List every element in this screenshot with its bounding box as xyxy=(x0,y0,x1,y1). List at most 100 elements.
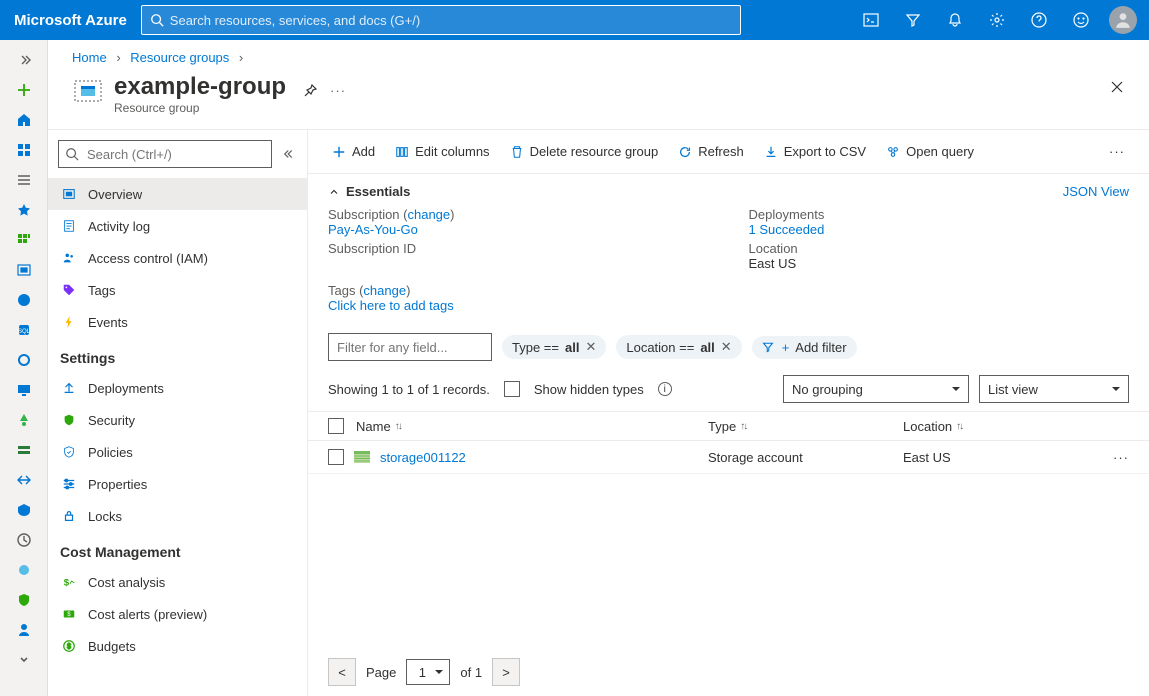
sidebar-item-policies[interactable]: Policies xyxy=(48,436,307,468)
close-paren: ) xyxy=(406,283,410,298)
nav-expand-icon[interactable] xyxy=(4,46,44,74)
sidebar-item-label: Locks xyxy=(88,509,122,524)
sidebar-item-budgets[interactable]: $Budgets xyxy=(48,630,307,662)
nav-service-1-icon[interactable] xyxy=(4,346,44,374)
pager-prev-button[interactable]: < xyxy=(328,658,356,686)
sidebar-search-input[interactable] xyxy=(58,140,272,168)
global-search-input[interactable] xyxy=(170,13,732,28)
sidebar-item-properties[interactable]: Properties xyxy=(48,468,307,500)
breadcrumb-resource-groups[interactable]: Resource groups xyxy=(130,50,229,65)
column-location-label: Location xyxy=(903,419,952,434)
column-type[interactable]: Type↑↓ xyxy=(708,419,903,434)
column-location[interactable]: Location↑↓ xyxy=(903,419,1129,434)
command-bar: Add Edit columns Delete resource group R… xyxy=(308,130,1149,174)
deployments-value[interactable]: 1 Succeeded xyxy=(749,222,1130,237)
nav-vm-icon[interactable] xyxy=(4,376,44,404)
close-icon[interactable]: ✕ xyxy=(585,339,596,355)
edit-columns-label: Edit columns xyxy=(415,144,489,159)
pin-icon[interactable] xyxy=(302,83,318,99)
sidebar-item-security[interactable]: Security xyxy=(48,404,307,436)
json-view-link[interactable]: JSON View xyxy=(1063,184,1129,199)
nav-more-icon[interactable] xyxy=(4,646,44,674)
nav-resource-groups-icon[interactable] xyxy=(4,256,44,284)
nav-cost-icon[interactable] xyxy=(4,616,44,644)
sidebar-item-iam[interactable]: Access control (IAM) xyxy=(48,242,307,274)
add-filter-button[interactable]: +Add filter xyxy=(752,336,857,359)
export-csv-button[interactable]: Export to CSV xyxy=(756,140,874,163)
sidebar-item-label: Cost analysis xyxy=(88,575,165,590)
sidebar-item-activity-log[interactable]: Activity log xyxy=(48,210,307,242)
add-button[interactable]: Add xyxy=(324,140,383,163)
nav-sql-icon[interactable]: SQL xyxy=(4,316,44,344)
grouping-select[interactable]: No grouping xyxy=(783,375,969,403)
sidebar-item-label: Security xyxy=(88,413,135,428)
pager-page-select[interactable]: 1 xyxy=(406,659,450,685)
nav-app-services-icon[interactable] xyxy=(4,286,44,314)
cost-analysis-icon: $ xyxy=(62,575,76,589)
table-row[interactable]: storage001122 Storage account East US ··… xyxy=(308,441,1149,474)
filter-pill-type[interactable]: Type == all✕ xyxy=(502,335,606,359)
refresh-icon xyxy=(678,145,692,159)
nav-dashboard-icon[interactable] xyxy=(4,136,44,164)
nav-network-icon[interactable] xyxy=(4,466,44,494)
global-search[interactable] xyxy=(141,5,741,35)
nav-create-icon[interactable] xyxy=(4,76,44,104)
nav-advisor-icon[interactable] xyxy=(4,556,44,584)
more-icon[interactable]: ··· xyxy=(330,83,346,98)
pager-next-button[interactable]: > xyxy=(492,658,520,686)
collapse-sidebar-icon[interactable] xyxy=(283,147,297,161)
view-select[interactable]: List view xyxy=(979,375,1129,403)
breadcrumb-home[interactable]: Home xyxy=(72,50,107,65)
sidebar-item-overview[interactable]: Overview xyxy=(48,178,307,210)
nav-aad-icon[interactable] xyxy=(4,496,44,524)
close-icon[interactable]: ✕ xyxy=(721,339,732,355)
nav-all-resources-icon[interactable] xyxy=(4,226,44,254)
location-value: East US xyxy=(749,256,1130,271)
info-icon[interactable]: i xyxy=(658,382,672,396)
show-hidden-checkbox[interactable] xyxy=(504,381,520,397)
open-query-button[interactable]: Open query xyxy=(878,140,982,163)
cloud-shell-icon[interactable] xyxy=(851,0,891,40)
filter-input[interactable] xyxy=(328,333,492,361)
tags-change-link[interactable]: change xyxy=(363,283,406,298)
subscription-label: Subscription ( xyxy=(328,207,407,222)
essentials-toggle[interactable]: Essentials JSON View xyxy=(328,184,1129,199)
nav-all-services-icon[interactable] xyxy=(4,166,44,194)
sidebar-item-locks[interactable]: Locks xyxy=(48,500,307,532)
policies-icon xyxy=(62,445,76,459)
deployments-label: Deployments xyxy=(749,207,1130,222)
settings-icon[interactable] xyxy=(977,0,1017,40)
close-icon[interactable] xyxy=(1109,79,1125,95)
select-all-checkbox[interactable] xyxy=(328,418,344,434)
subscription-value[interactable]: Pay-As-You-Go xyxy=(328,222,709,237)
add-tags-link[interactable]: Click here to add tags xyxy=(328,298,1129,313)
row-more-icon[interactable]: ··· xyxy=(1113,450,1129,465)
toolbar-more-button[interactable]: ··· xyxy=(1101,140,1133,163)
chevron-up-icon xyxy=(328,186,340,198)
sidebar-item-cost-alerts[interactable]: $Cost alerts (preview) xyxy=(48,598,307,630)
feedback-icon[interactable] xyxy=(1061,0,1101,40)
nav-security-center-icon[interactable] xyxy=(4,586,44,614)
subscription-change-link[interactable]: change xyxy=(407,207,450,222)
delete-button[interactable]: Delete resource group xyxy=(502,140,667,163)
nav-load-balancer-icon[interactable] xyxy=(4,406,44,434)
help-icon[interactable] xyxy=(1019,0,1059,40)
sidebar-item-deployments[interactable]: Deployments xyxy=(48,372,307,404)
nav-monitor-icon[interactable] xyxy=(4,526,44,554)
refresh-button[interactable]: Refresh xyxy=(670,140,752,163)
column-name[interactable]: Name↑↓ xyxy=(356,419,401,434)
directory-filter-icon[interactable] xyxy=(893,0,933,40)
sidebar-item-cost-analysis[interactable]: $ Cost analysis xyxy=(48,566,307,598)
account-avatar[interactable] xyxy=(1103,0,1143,40)
row-checkbox[interactable] xyxy=(328,449,344,465)
nav-favorites-icon[interactable] xyxy=(4,196,44,224)
nav-storage-icon[interactable] xyxy=(4,436,44,464)
nav-home-icon[interactable] xyxy=(4,106,44,134)
notifications-icon[interactable] xyxy=(935,0,975,40)
filter-pill-location[interactable]: Location == all✕ xyxy=(616,335,741,359)
search-icon xyxy=(65,147,79,161)
resource-name[interactable]: storage001122 xyxy=(380,450,466,465)
edit-columns-button[interactable]: Edit columns xyxy=(387,140,497,163)
sidebar-item-events[interactable]: Events xyxy=(48,306,307,338)
sidebar-item-tags[interactable]: Tags xyxy=(48,274,307,306)
